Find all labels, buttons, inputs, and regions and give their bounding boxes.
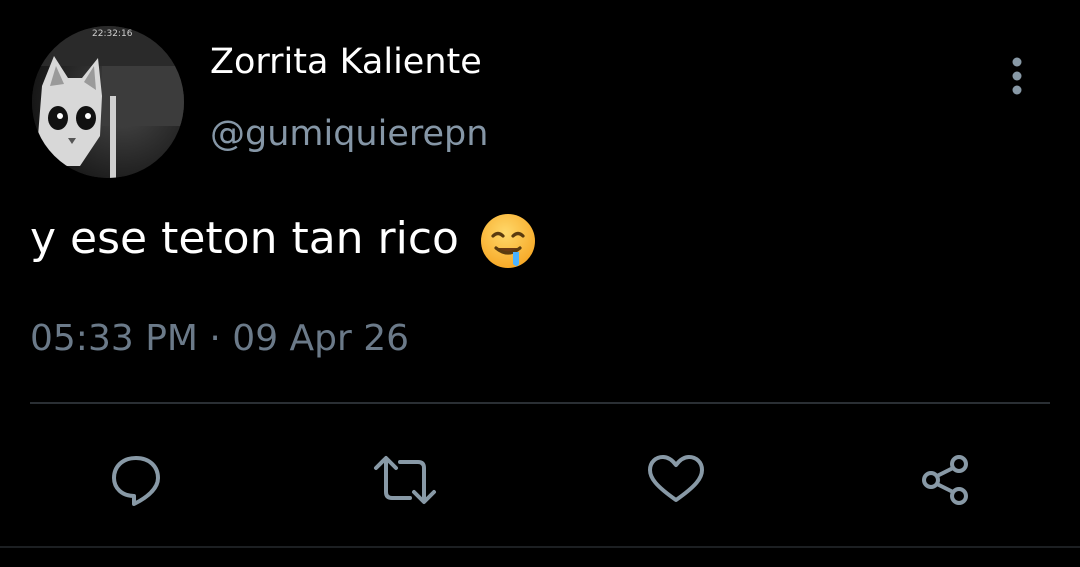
tweet-text: y ese teton tan rico (30, 210, 537, 268)
avatar[interactable]: 22:32:16 (32, 26, 184, 178)
display-name[interactable]: Zorrita Kaliente (210, 40, 482, 84)
drooling-face-icon (479, 212, 537, 270)
tweet-text-content: y ese teton tan rico (30, 213, 459, 264)
tweet-detail: 22:32:16 Zorrita Kaliente @gumiquierepn … (0, 0, 1080, 567)
tweet-actions-bar (0, 440, 1080, 520)
retweet-button[interactable] (365, 440, 445, 520)
share-icon (922, 455, 968, 505)
reply-button[interactable] (96, 440, 176, 520)
avatar-image: 22:32:16 (32, 26, 184, 178)
like-button[interactable] (636, 440, 716, 520)
comment-icon (112, 456, 160, 506)
more-options-button[interactable] (1004, 56, 1030, 96)
tweet-timestamp[interactable]: 05:33 PM · 09 Apr 26 (30, 316, 409, 362)
bottom-divider (0, 546, 1080, 548)
divider (30, 402, 1050, 404)
retweet-icon (374, 456, 436, 504)
avatar-overlay-text: 22:32:16 (92, 29, 133, 39)
more-vertical-icon (1012, 57, 1022, 95)
user-handle[interactable]: @gumiquierepn (210, 112, 488, 156)
heart-icon (648, 455, 704, 502)
share-button[interactable] (905, 440, 985, 520)
